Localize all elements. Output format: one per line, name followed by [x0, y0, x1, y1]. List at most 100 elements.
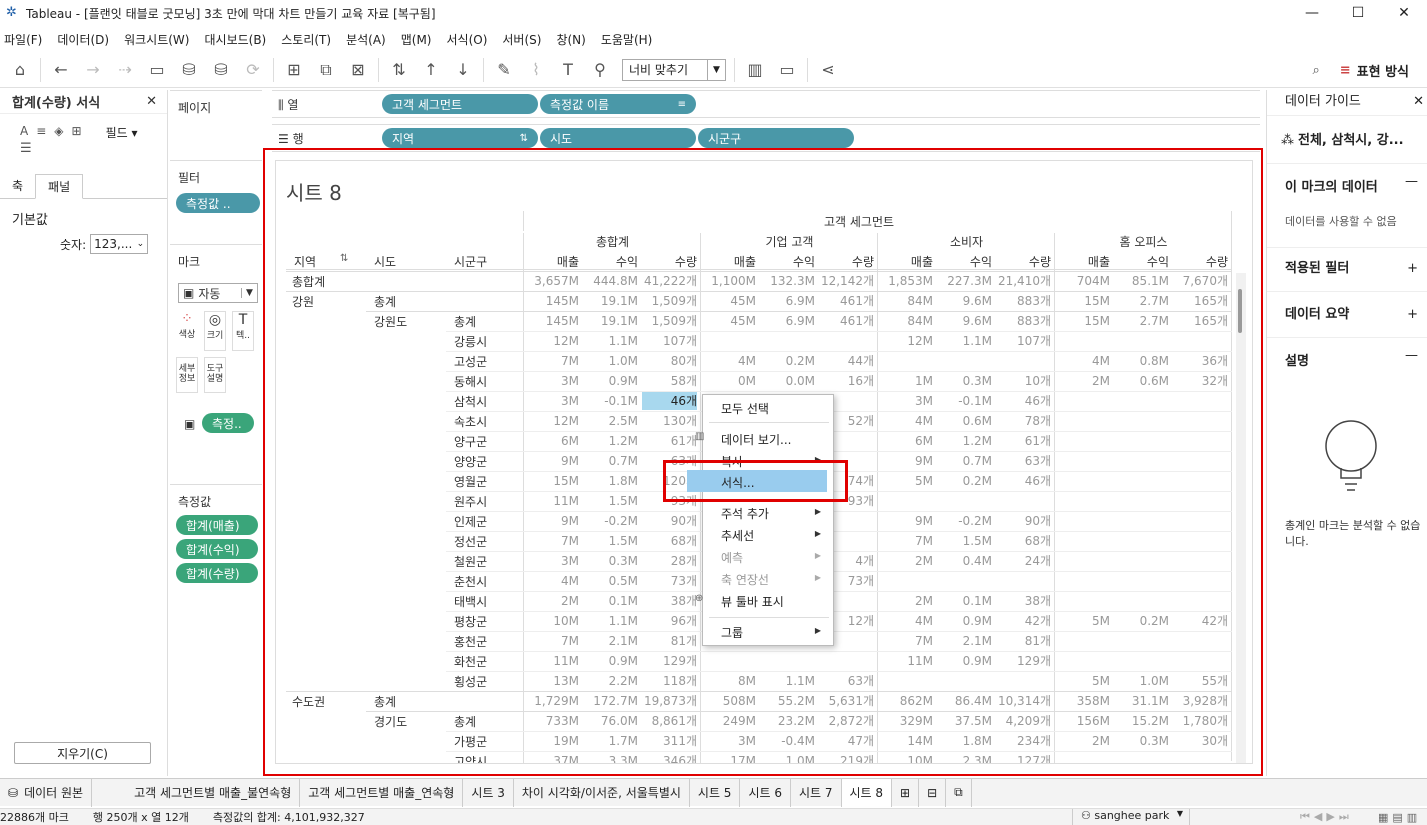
- fields-dropdown[interactable]: 필드 ▾: [106, 124, 138, 141]
- measure-pill-sales[interactable]: 합계(매출): [176, 515, 258, 535]
- table-cell[interactable]: 0.1M: [937, 592, 992, 610]
- table-cell[interactable]: 1.2M: [937, 432, 992, 450]
- table-cell[interactable]: 6.9M: [760, 312, 815, 330]
- row-pill-region[interactable]: 지역 ⇅: [382, 128, 538, 148]
- close-window-button[interactable]: ✕: [1381, 0, 1427, 26]
- table-cell[interactable]: 58개: [642, 372, 697, 390]
- table-cell[interactable]: 461개: [819, 292, 874, 310]
- table-cell[interactable]: 4M: [878, 412, 933, 430]
- table-cell[interactable]: 0.0M: [760, 372, 815, 390]
- table-cell[interactable]: 883개: [996, 312, 1051, 330]
- table-cell[interactable]: 8,861개: [642, 712, 697, 730]
- table-cell[interactable]: 19M: [524, 732, 579, 750]
- table-cell[interactable]: 46개: [642, 392, 697, 410]
- table-cell[interactable]: 13M: [524, 672, 579, 690]
- table-cell[interactable]: 6M: [524, 432, 579, 450]
- table-cell[interactable]: 129개: [996, 652, 1051, 670]
- table-cell[interactable]: 3.3M: [583, 752, 638, 763]
- table-cell[interactable]: 1,853M: [878, 272, 933, 290]
- table-cell[interactable]: 165개: [1173, 292, 1228, 310]
- table-cell[interactable]: 2.5M: [583, 412, 638, 430]
- table-cell[interactable]: 311개: [642, 732, 697, 750]
- table-cell[interactable]: 36개: [1173, 352, 1228, 370]
- share-icon[interactable]: ⋖: [816, 58, 840, 82]
- expand-icon[interactable]: +: [1407, 292, 1418, 338]
- highlight-icon[interactable]: ✎: [492, 58, 516, 82]
- table-cell[interactable]: 5M: [1055, 612, 1110, 630]
- table-cell[interactable]: 80개: [642, 352, 697, 370]
- detail-button[interactable]: 세부 정보: [176, 357, 198, 393]
- borders-icon[interactable]: ⊞: [72, 124, 82, 141]
- font-icon[interactable]: A: [20, 124, 28, 141]
- table-cell[interactable]: 3M: [878, 392, 933, 410]
- menu-item-show-view-toolbar[interactable]: 뷰 툴바 표시: [721, 593, 784, 610]
- redo-icon[interactable]: →: [81, 58, 105, 82]
- tab-sheet[interactable]: 차이 시각화/이서준, 서울특별시: [514, 778, 690, 807]
- menu-data[interactable]: 데이터(D): [57, 31, 109, 48]
- table-cell[interactable]: 61개: [642, 432, 697, 450]
- table-cell[interactable]: 30개: [1173, 732, 1228, 750]
- sheet-navigation-icons[interactable]: ⏮◀▶⏭: [1300, 810, 1353, 824]
- table-cell[interactable]: 1,100M: [701, 272, 756, 290]
- table-cell[interactable]: 1.2M: [583, 432, 638, 450]
- color-button[interactable]: ⁘ 색상: [176, 311, 198, 351]
- table-cell[interactable]: -0.1M: [937, 392, 992, 410]
- table-cell[interactable]: 9.6M: [937, 292, 992, 310]
- shading-icon[interactable]: ◈: [54, 124, 63, 141]
- table-cell[interactable]: 0.9M: [937, 652, 992, 670]
- table-cell[interactable]: 7M: [878, 632, 933, 650]
- table-cell[interactable]: 1.1M: [583, 612, 638, 630]
- table-cell[interactable]: 2.1M: [583, 632, 638, 650]
- menu-server[interactable]: 서버(S): [502, 31, 541, 48]
- table-cell[interactable]: 3M: [524, 552, 579, 570]
- table-cell[interactable]: 0.9M: [583, 372, 638, 390]
- table-cell[interactable]: 7M: [524, 632, 579, 650]
- undo-icon[interactable]: ←: [49, 58, 73, 82]
- applied-filters-section[interactable]: 적용된 필터 +: [1267, 248, 1427, 292]
- table-cell[interactable]: 249M: [701, 712, 756, 730]
- table-cell[interactable]: 1.0M: [760, 752, 815, 763]
- table-cell[interactable]: 165개: [1173, 312, 1228, 330]
- table-cell[interactable]: 1.0M: [583, 352, 638, 370]
- columns-shelf[interactable]: ⫼ 열 고객 세그먼트 측정값 이름 ≡: [272, 90, 1260, 118]
- table-cell[interactable]: 10개: [996, 372, 1051, 390]
- table-cell[interactable]: 1,780개: [1173, 712, 1228, 730]
- table-cell[interactable]: 2M: [1055, 372, 1110, 390]
- table-cell[interactable]: 24개: [996, 552, 1051, 570]
- pause-updates-icon[interactable]: ⛁: [209, 58, 233, 82]
- table-cell[interactable]: 9M: [878, 512, 933, 530]
- table-cell[interactable]: 2.3M: [937, 752, 992, 763]
- table-cell[interactable]: 61개: [996, 432, 1051, 450]
- tab-sheet[interactable]: 시트 3: [463, 778, 514, 807]
- close-icon[interactable]: ✕: [146, 94, 157, 109]
- table-cell[interactable]: 42개: [1173, 612, 1228, 630]
- table-cell[interactable]: 2M: [878, 592, 933, 610]
- table-cell[interactable]: 0.2M: [760, 352, 815, 370]
- table-cell[interactable]: 172.7M: [583, 692, 638, 710]
- table-cell[interactable]: 11M: [524, 492, 579, 510]
- table-cell[interactable]: 55.2M: [760, 692, 815, 710]
- tooltip-button[interactable]: 도구 설명: [204, 357, 226, 393]
- table-cell[interactable]: 7,670개: [1173, 272, 1228, 290]
- table-cell[interactable]: 2,872개: [819, 712, 874, 730]
- table-cell[interactable]: 16개: [819, 372, 874, 390]
- table-cell[interactable]: 19,873개: [642, 692, 697, 710]
- table-cell[interactable]: 1.5M: [937, 532, 992, 550]
- table-cell[interactable]: 81개: [642, 632, 697, 650]
- table-cell[interactable]: 2.2M: [583, 672, 638, 690]
- table-cell[interactable]: 862M: [878, 692, 933, 710]
- table-cell[interactable]: 2M: [878, 552, 933, 570]
- table-cell[interactable]: 0.6M: [1114, 372, 1169, 390]
- table-cell[interactable]: 23.2M: [760, 712, 815, 730]
- table-cell[interactable]: 7M: [524, 532, 579, 550]
- duplicate-sheet-icon[interactable]: ⧉: [314, 58, 338, 82]
- table-cell[interactable]: 9M: [524, 512, 579, 530]
- table-cell[interactable]: 0.4M: [937, 552, 992, 570]
- table-cell[interactable]: 10M: [878, 752, 933, 763]
- table-cell[interactable]: 7M: [878, 532, 933, 550]
- table-cell[interactable]: 1,509개: [642, 312, 697, 330]
- table-cell[interactable]: 14M: [878, 732, 933, 750]
- table-cell[interactable]: 1.1M: [583, 332, 638, 350]
- table-cell[interactable]: 21,410개: [996, 272, 1051, 290]
- presentation-icon[interactable]: ▭: [775, 58, 799, 82]
